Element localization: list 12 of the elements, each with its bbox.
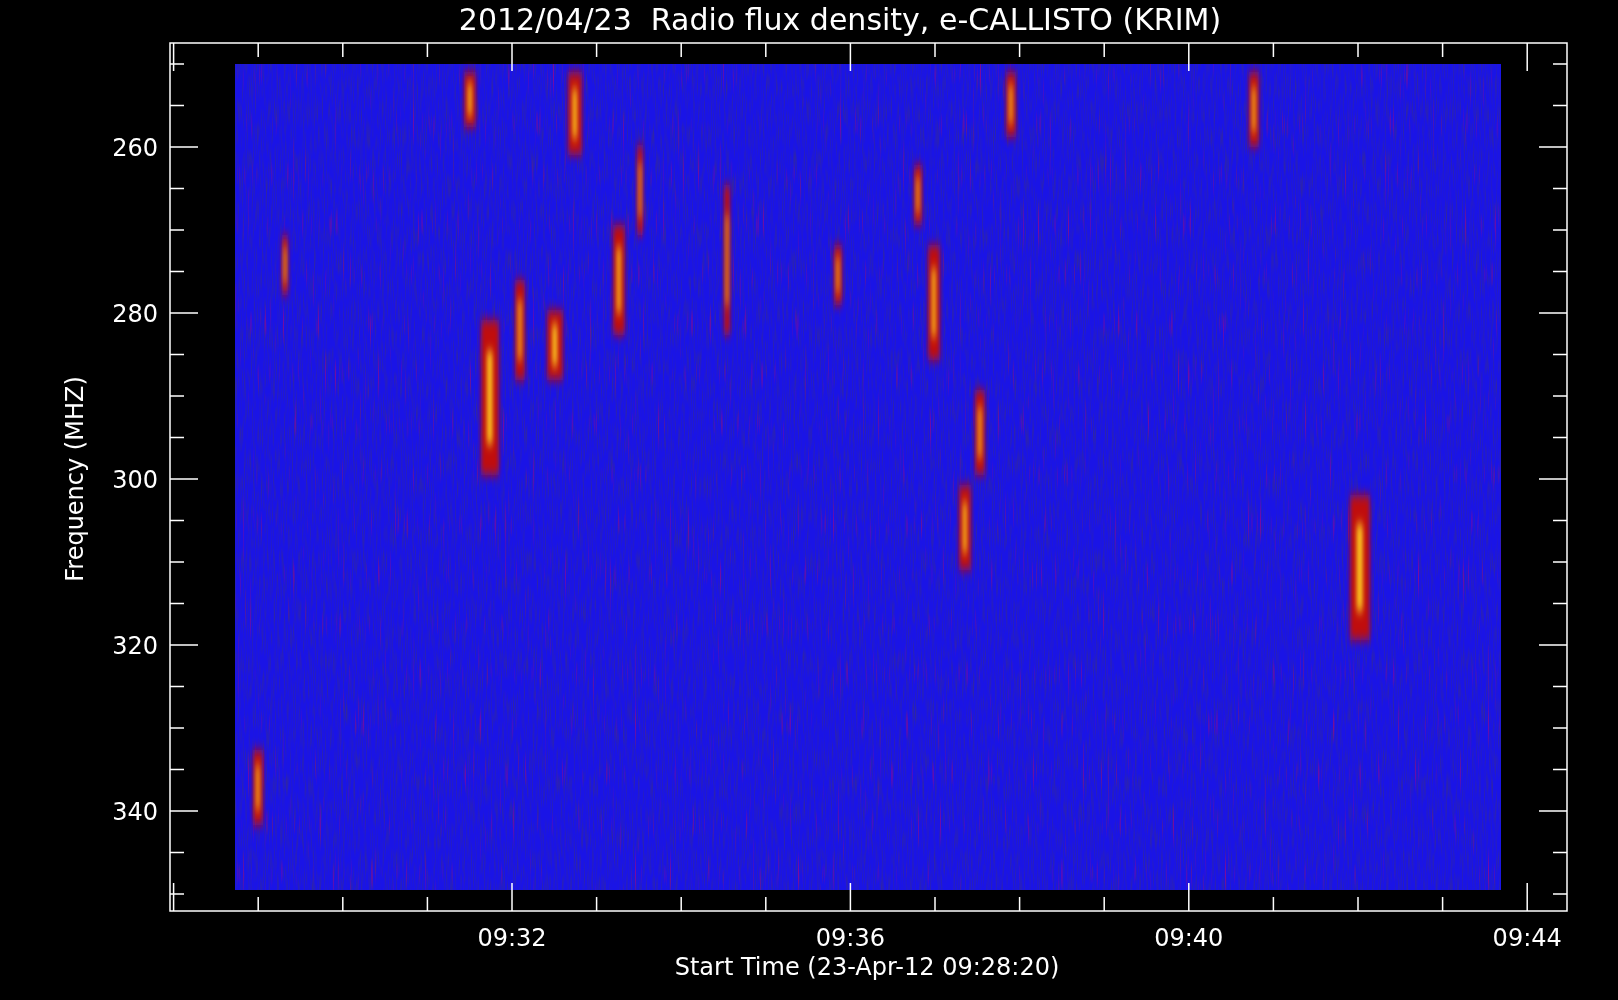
x-tick-label: 09:36 xyxy=(815,924,885,952)
y-tick-label: 260 xyxy=(112,134,158,162)
y-axis-label: Frequency (MHZ) xyxy=(61,376,89,582)
x-tick-label: 09:32 xyxy=(477,924,547,952)
y-tick-label: 300 xyxy=(112,466,158,494)
x-axis-label: Start Time (23-Apr-12 09:28:20) xyxy=(674,953,1060,981)
y-tick-label: 340 xyxy=(112,798,158,826)
chart-title: 2012/04/23 Radio flux density, e-CALLISTO (KRIM) xyxy=(458,2,1222,37)
y-tick-label: 320 xyxy=(112,632,158,660)
x-tick-label: 09:40 xyxy=(1154,924,1224,952)
x-tick-label: 09:44 xyxy=(1492,924,1562,952)
y-tick-label: 280 xyxy=(112,300,158,328)
